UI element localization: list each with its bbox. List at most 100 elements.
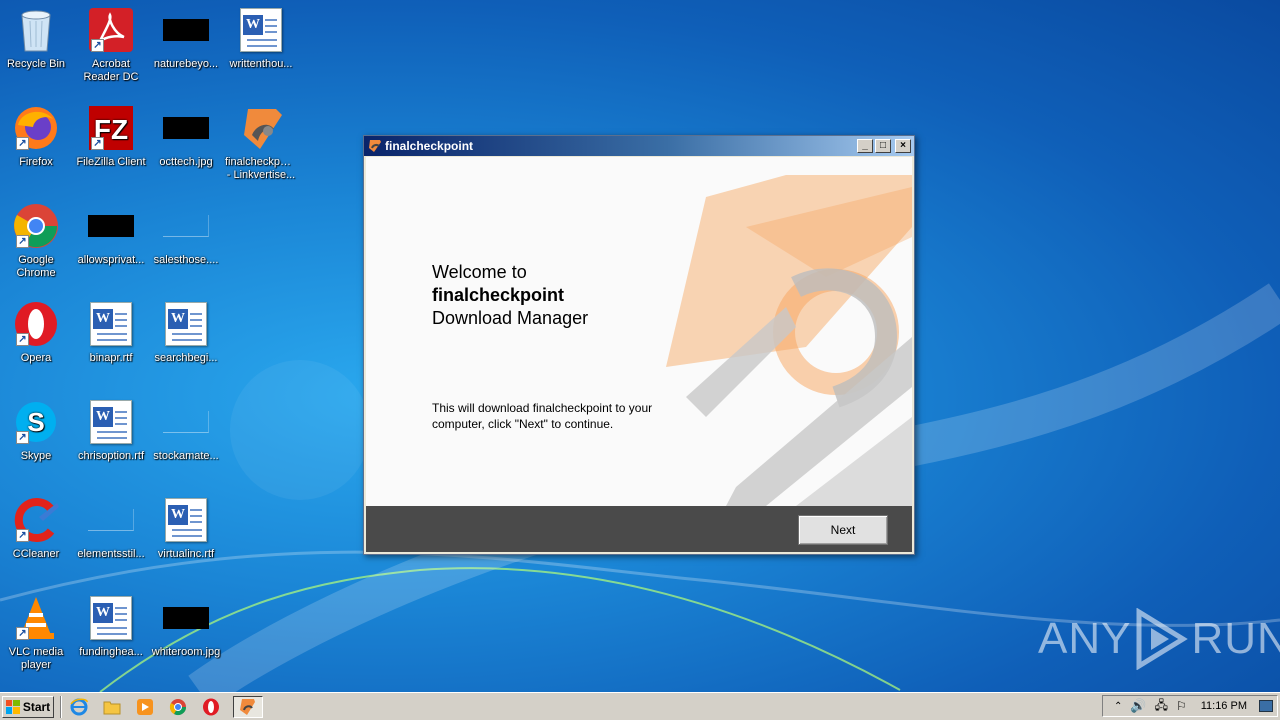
desktop-icon-label: stockamate... — [153, 450, 219, 462]
desktop-icon-label: finalcheckpoint — [225, 156, 298, 168]
file-thumbnail-icon — [162, 104, 210, 152]
next-button[interactable]: Next — [798, 515, 888, 545]
finalcheckpoint-taskbar-icon — [240, 698, 255, 715]
desktop-icon-label: Acrobat — [92, 58, 130, 70]
shortcut-arrow-icon: ↗ — [16, 431, 29, 444]
file-explorer-icon[interactable] — [101, 696, 123, 718]
desktop-icon-label: FileZilla Client — [76, 156, 146, 168]
play-icon — [1136, 608, 1189, 670]
desktop-icon-virtualinc[interactable]: W virtualinc.rtf — [148, 496, 224, 561]
taskbar-item-finalcheckpoint[interactable] — [233, 695, 263, 718]
show-hidden-icons-icon[interactable]: ⌃ — [1114, 701, 1122, 712]
desktop-icon-label-line2: player — [21, 659, 51, 671]
start-button[interactable]: Start — [2, 695, 54, 718]
desktop-icon-label: CCleaner — [12, 548, 60, 560]
minimize-button[interactable]: _ — [857, 139, 873, 153]
desktop-icon-label: writtenthou... — [229, 58, 293, 70]
desktop-icon-octtech[interactable]: octtech.jpg — [148, 104, 224, 169]
desktop-icon-salesthose[interactable]: salesthose.... — [148, 202, 224, 267]
desktop-icon-ccleaner[interactable]: ↗ CCleaner — [0, 496, 74, 561]
desktop-icon-label: virtualinc.rtf — [157, 548, 215, 560]
word-document-icon: W — [87, 300, 135, 348]
desktop-icon-opera[interactable]: ↗ Opera — [0, 300, 74, 365]
show-desktop-icon[interactable] — [1259, 700, 1273, 712]
shortcut-arrow-icon: ↗ — [16, 627, 29, 640]
product-name: finalcheckpoint — [432, 285, 565, 305]
welcome-line-1: Welcome to — [432, 262, 527, 282]
shortcut-arrow-icon: ↗ — [16, 137, 29, 150]
desktop-icon-finalcheckpoint[interactable]: finalcheckpoint - Linkvertise... — [223, 104, 299, 182]
maximize-button[interactable]: □ — [875, 139, 891, 153]
file-thumbnail-icon — [162, 594, 210, 642]
internet-explorer-icon[interactable] — [68, 696, 90, 718]
desktop-icon-naturebeyo[interactable]: naturebeyo... — [148, 6, 224, 71]
finalcheckpoint-app-icon — [237, 104, 285, 152]
desktop-icon-firefox[interactable]: ↗ Firefox — [0, 104, 74, 169]
action-center-flag-icon[interactable]: ⚐ — [1176, 699, 1187, 713]
close-button[interactable]: × — [895, 139, 911, 153]
desktop-icon-whiteroom[interactable]: whiteroom.jpg — [148, 594, 224, 659]
desktop-icon-recycle-bin[interactable]: Recycle Bin — [0, 6, 74, 71]
desktop-icon-google-chrome[interactable]: ↗ Google Chrome — [0, 202, 74, 280]
desktop-icon-skype[interactable]: S ↗ Skype — [0, 398, 74, 463]
filezilla-icon: FZ ↗ — [87, 104, 135, 152]
file-thumbnail-icon — [162, 6, 210, 54]
watermark-right: RUN — [1191, 614, 1280, 663]
volume-icon[interactable]: 🔊 — [1130, 698, 1146, 714]
desktop-icon-acrobat-reader[interactable]: ↗ Acrobat Reader DC — [73, 6, 149, 84]
desktop-icon-label: Recycle Bin — [6, 58, 66, 70]
desktop-icon-label-line2: - Linkvertise... — [226, 169, 296, 181]
opera-icon: ↗ — [12, 300, 60, 348]
desktop-icon-vlc[interactable]: ↗ VLC media player — [0, 594, 74, 672]
desktop-icon-label: Opera — [20, 352, 52, 364]
installer-content: Welcome to finalcheckpoint Download Mana… — [366, 157, 912, 506]
media-player-icon[interactable] — [134, 696, 156, 718]
desktop-icon-searchbegi[interactable]: W searchbegi... — [148, 300, 224, 365]
desktop-icon-label: octtech.jpg — [159, 156, 213, 168]
start-label: Start — [22, 699, 51, 714]
skype-icon: S ↗ — [12, 398, 60, 446]
desktop-icon-label: searchbegi... — [154, 352, 218, 364]
desktop-icon-stockamate[interactable]: stockamate... — [148, 398, 224, 463]
svg-text:S: S — [27, 407, 44, 437]
shortcut-arrow-icon: ↗ — [91, 137, 104, 150]
word-document-icon: W — [162, 300, 210, 348]
file-thumbnail-icon — [87, 202, 135, 250]
chrome-icon: ↗ — [12, 202, 60, 250]
word-document-icon: W — [162, 496, 210, 544]
desktop-icon-binapr[interactable]: W binapr.rtf — [73, 300, 149, 365]
network-icon[interactable]: 🖧 — [1155, 696, 1168, 717]
desktop-icon-label: fundinghea... — [79, 646, 143, 658]
file-thumbnail-icon — [162, 202, 210, 250]
word-document-icon: W — [237, 6, 285, 54]
installer-window: finalcheckpoint _ □ × Welcome to finalch… — [363, 135, 915, 555]
anyrun-watermark: ANY RUN — [1038, 608, 1280, 670]
desktop-icon-chrisoption[interactable]: W chrisoption.rtf — [73, 398, 149, 463]
desktop-icon-label-line2: Reader DC — [83, 71, 139, 83]
desktop-icon-label: naturebeyo... — [153, 58, 219, 70]
desktop-icon-elementsstil[interactable]: elementsstil... — [73, 496, 149, 561]
desktop-icon-label: Skype — [20, 450, 52, 462]
desktop-icon-label: salesthose.... — [153, 254, 219, 266]
desktop-icon-label-line2: Chrome — [16, 267, 56, 279]
installer-footer: Next — [366, 506, 912, 552]
clock[interactable]: 11:16 PM — [1201, 700, 1247, 712]
shortcut-arrow-icon: ↗ — [16, 235, 29, 248]
desktop-icon-allowsprivat[interactable]: allowsprivat... — [73, 202, 149, 267]
file-thumbnail-icon — [162, 398, 210, 446]
opera-taskbar-icon[interactable] — [200, 696, 222, 718]
desktop-icon-writtenthou[interactable]: W writtenthou... — [223, 6, 299, 71]
windows-logo-icon — [5, 699, 20, 714]
file-thumbnail-icon — [87, 496, 135, 544]
taskbar-separator — [60, 695, 62, 718]
desktop-icon-label: allowsprivat... — [77, 254, 145, 266]
window-title: finalcheckpoint — [385, 139, 474, 153]
window-titlebar[interactable]: finalcheckpoint _ □ × — [364, 136, 914, 156]
watermark-left: ANY — [1038, 614, 1132, 663]
installer-logo-graphic — [666, 175, 912, 506]
desktop-icon-filezilla[interactable]: FZ ↗ FileZilla Client — [73, 104, 149, 169]
chrome-taskbar-icon[interactable] — [167, 696, 189, 718]
desktop-icon-fundinghea[interactable]: W fundinghea... — [73, 594, 149, 659]
shortcut-arrow-icon: ↗ — [91, 39, 104, 52]
firefox-icon: ↗ — [12, 104, 60, 152]
